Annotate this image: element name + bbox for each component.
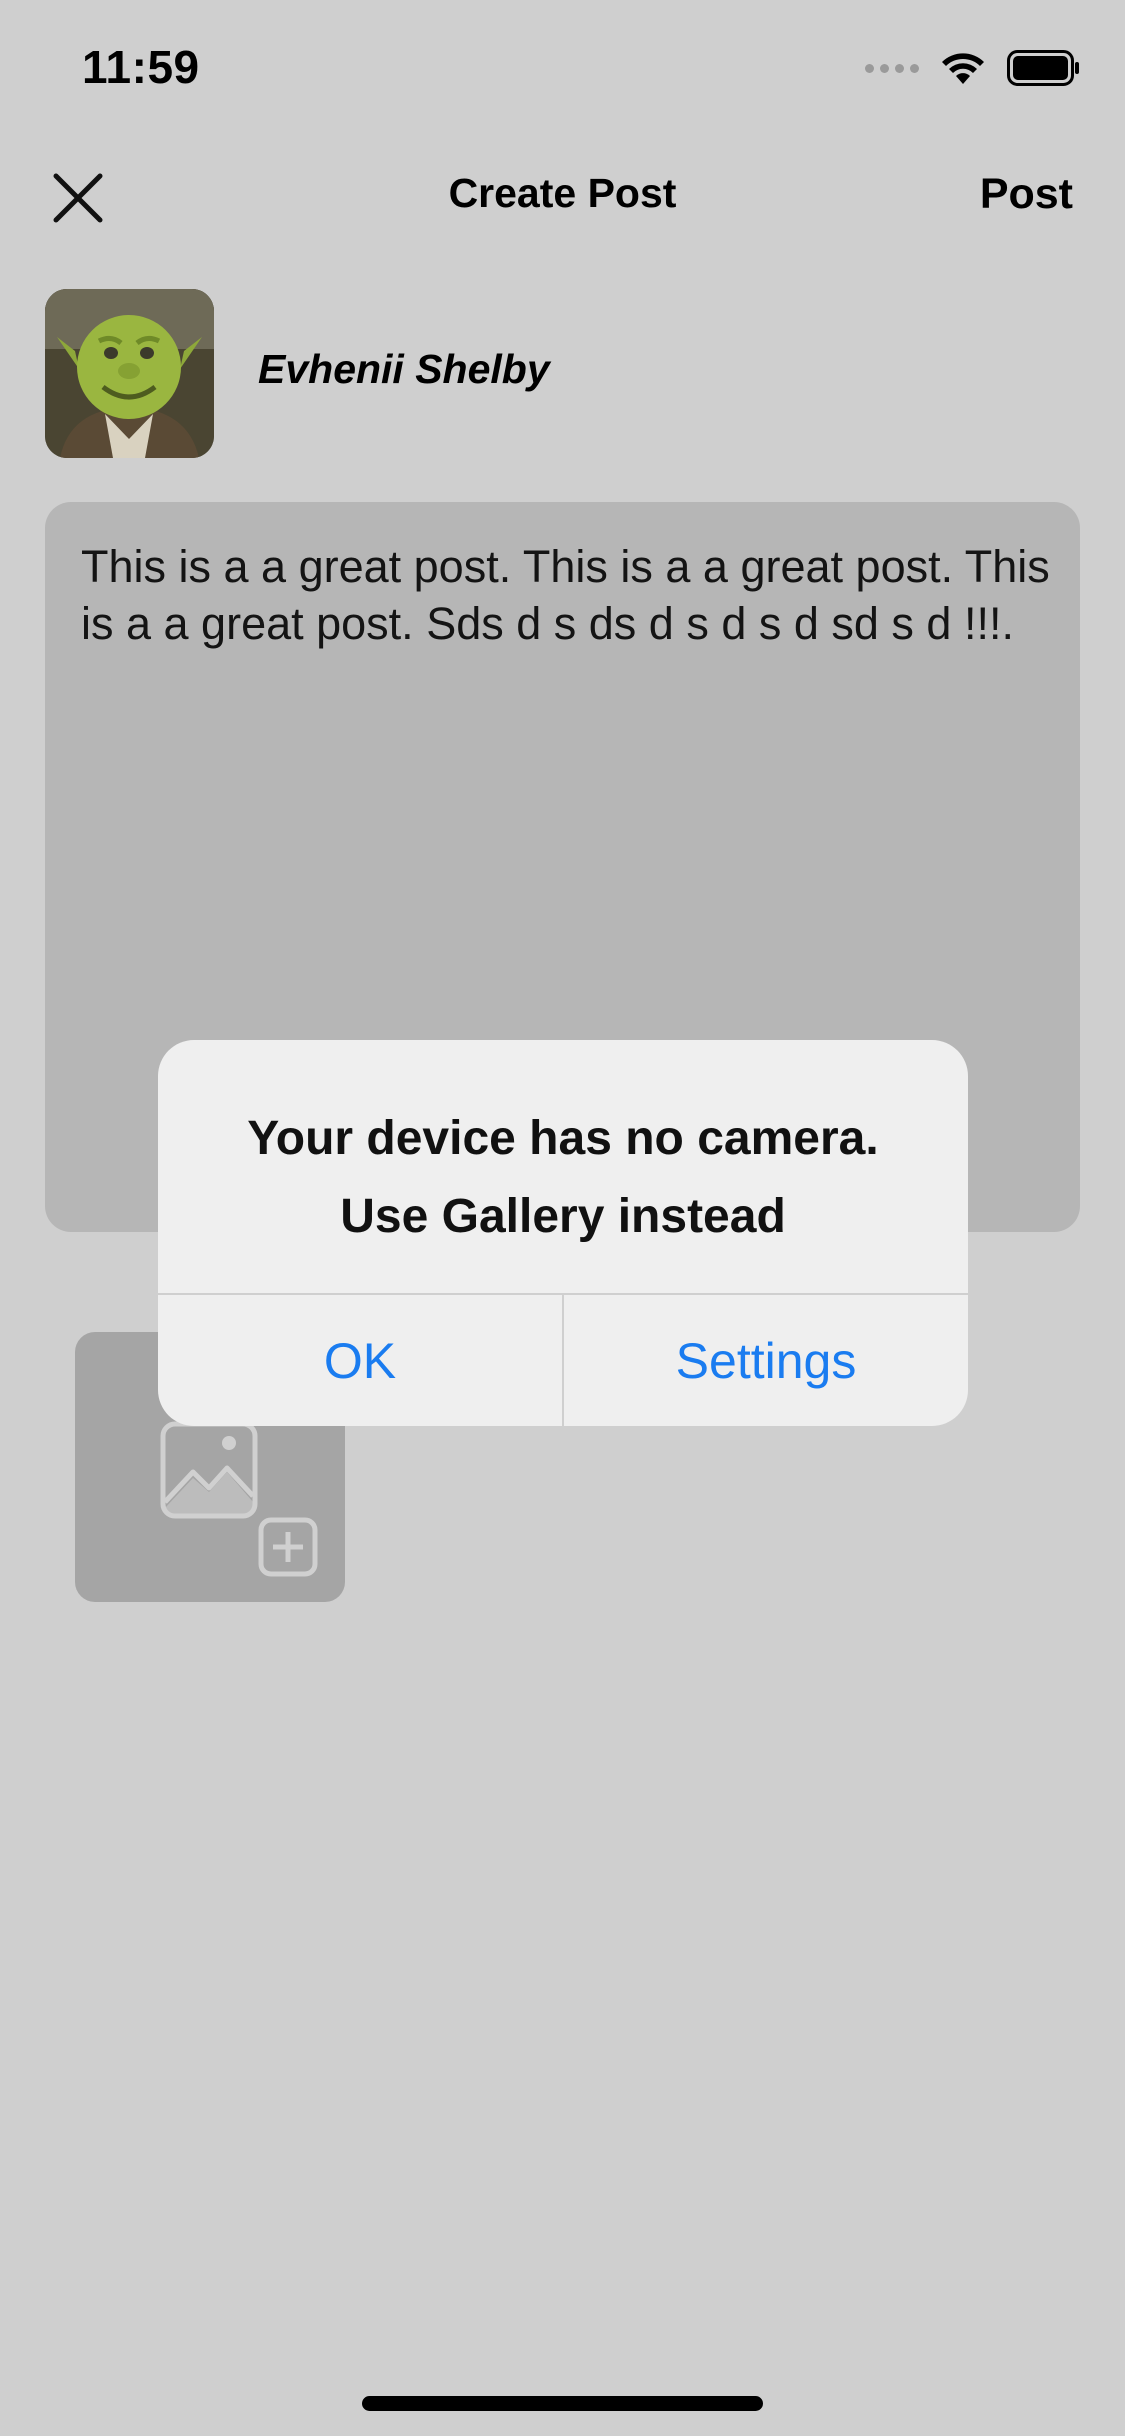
alert-message: Your device has no camera. Use Gallery i… <box>188 1100 938 1256</box>
ok-button[interactable]: OK <box>158 1295 562 1426</box>
alert-message-line2: Use Gallery instead <box>340 1190 786 1243</box>
alert-dialog: Your device has no camera. Use Gallery i… <box>158 1040 968 1426</box>
home-indicator[interactable] <box>362 2396 763 2411</box>
alert-message-line1: Your device has no camera. <box>247 1112 879 1165</box>
settings-button[interactable]: Settings <box>564 1295 968 1426</box>
